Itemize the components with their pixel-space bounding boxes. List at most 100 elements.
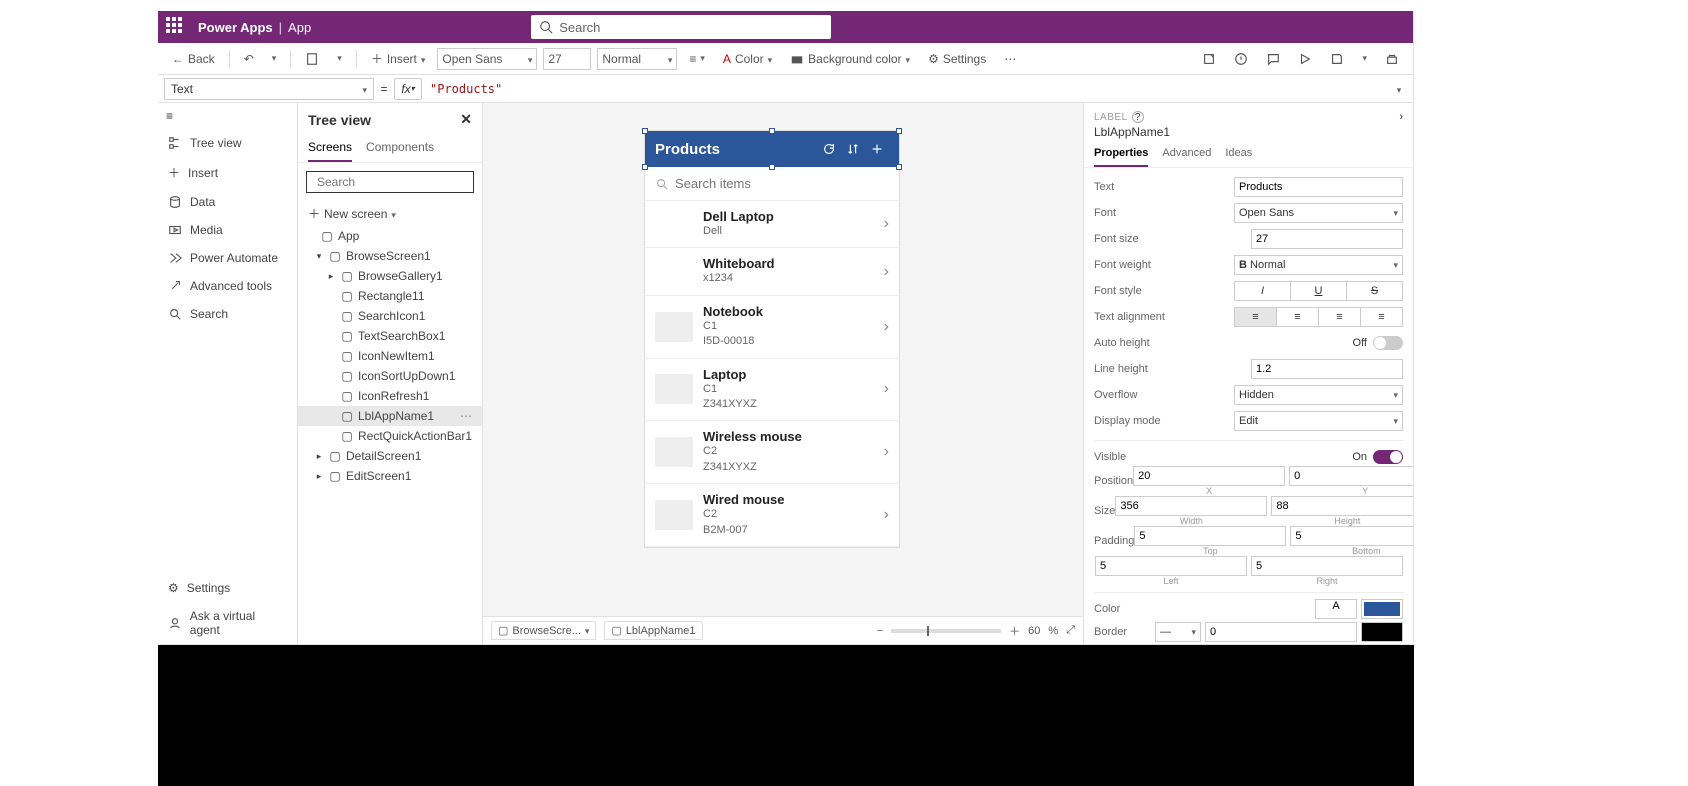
tree-node[interactable]: ▢TextSearchBox1: [298, 326, 482, 346]
rail-hamburger-icon[interactable]: ≡: [158, 103, 297, 129]
comments-button[interactable]: [1260, 50, 1286, 68]
tree-search[interactable]: [306, 171, 474, 193]
font-color-button[interactable]: A Color: [717, 50, 778, 68]
new-screen-button[interactable]: ＋ New screen: [298, 201, 482, 226]
prop-pad-right[interactable]: [1251, 556, 1403, 576]
list-item[interactable]: Dell LaptopDell›: [645, 201, 899, 248]
save-button[interactable]: [1324, 50, 1350, 68]
prop-text[interactable]: [1234, 177, 1403, 197]
tree-node[interactable]: ▸▢BrowseGallery1: [298, 266, 482, 286]
tree-node[interactable]: ▸▢EditScreen1: [298, 466, 482, 486]
app-checker-button[interactable]: [1228, 50, 1254, 68]
rail-virtual-agent[interactable]: Ask a virtual agent: [158, 602, 297, 644]
tree-node[interactable]: ▢IconNewItem1: [298, 346, 482, 366]
breadcrumb-control[interactable]: ▢ LblAppName1: [604, 621, 702, 640]
prop-line-height[interactable]: [1251, 359, 1403, 379]
props-tab-ideas[interactable]: Ideas: [1225, 147, 1252, 167]
file-name[interactable]: App: [288, 20, 311, 35]
prop-text-align[interactable]: ≡≡≡≡: [1234, 307, 1403, 327]
prop-pad-bottom[interactable]: [1290, 526, 1413, 546]
prop-overflow[interactable]: Hidden: [1234, 385, 1403, 405]
list-item[interactable]: Whiteboardx1234›: [645, 248, 899, 295]
prop-width[interactable]: [1115, 496, 1267, 516]
list-item[interactable]: Wireless mouseC2Z341XYXZ›: [645, 421, 899, 484]
prop-pad-left[interactable]: [1095, 556, 1247, 576]
save-split[interactable]: [1356, 51, 1373, 66]
list-item[interactable]: NotebookC1I5D-00018›: [645, 296, 899, 359]
app-header[interactable]: Products: [645, 131, 899, 167]
insert-button[interactable]: ＋ Insert: [365, 48, 432, 69]
canvas-stage[interactable]: Products Dell LaptopDell›Whiteboardx1234…: [483, 103, 1083, 616]
formula-expand[interactable]: [1385, 82, 1413, 96]
prop-pad-top[interactable]: [1134, 526, 1286, 546]
prop-border-color[interactable]: [1361, 622, 1403, 642]
fx-button[interactable]: fx▾: [394, 78, 422, 100]
rail-power-automate[interactable]: Power Automate: [158, 244, 297, 272]
rail-settings[interactable]: ⚙Settings: [158, 574, 297, 602]
app-launcher-icon[interactable]: [166, 17, 186, 37]
add-icon[interactable]: [865, 137, 889, 161]
search-items-input[interactable]: [675, 176, 889, 191]
publish-button[interactable]: [1379, 50, 1405, 68]
zoom-in-icon[interactable]: ＋: [1009, 623, 1020, 639]
prop-font-weight[interactable]: B Normal: [1234, 255, 1403, 275]
undo-button[interactable]: ↶: [238, 50, 260, 68]
panel-expand-icon[interactable]: ›: [1399, 111, 1403, 123]
tree-close-icon[interactable]: ✕: [460, 111, 472, 128]
prop-visible[interactable]: [1373, 450, 1403, 464]
rail-tree-view[interactable]: Tree view: [158, 129, 297, 157]
sort-icon[interactable]: [841, 137, 865, 161]
list-item[interactable]: Wired mouseC2B2M-007›: [645, 484, 899, 547]
rail-advanced-tools[interactable]: Advanced tools: [158, 272, 297, 300]
props-tab-properties[interactable]: Properties: [1094, 147, 1148, 167]
back-button[interactable]: ← Back: [166, 50, 221, 68]
search-box[interactable]: [645, 167, 899, 201]
rail-data[interactable]: Data: [158, 188, 297, 216]
undo-split[interactable]: [266, 51, 283, 66]
rail-media[interactable]: Media: [158, 216, 297, 244]
font-family-select[interactable]: Open Sans: [437, 48, 537, 70]
prop-font[interactable]: Open Sans: [1234, 203, 1403, 223]
tree-node[interactable]: ▢IconRefresh1: [298, 386, 482, 406]
tree-tab-screens[interactable]: Screens: [308, 136, 352, 162]
tree-node[interactable]: ▢Rectangle11: [298, 286, 482, 306]
tree-node[interactable]: ▢App: [298, 226, 482, 246]
app-title-label[interactable]: Products: [655, 141, 817, 158]
prop-color-fg[interactable]: A: [1315, 599, 1357, 619]
props-tab-advanced[interactable]: Advanced: [1162, 147, 1211, 167]
prop-display-mode[interactable]: Edit: [1234, 411, 1403, 431]
overflow-menu[interactable]: ⋯: [998, 50, 1022, 68]
preview-button[interactable]: [1292, 50, 1318, 68]
bg-color-button[interactable]: Background color: [784, 50, 916, 68]
zoom-slider[interactable]: [891, 629, 1001, 633]
settings-button[interactable]: ⚙ Settings: [922, 50, 992, 68]
tree-node[interactable]: ▸▢DetailScreen1: [298, 446, 482, 466]
paste-button[interactable]: [299, 50, 325, 68]
prop-font-style[interactable]: IUS: [1234, 281, 1403, 301]
breadcrumb-screen[interactable]: ▢ BrowseScre...: [491, 621, 596, 640]
tree-node[interactable]: ▢IconSortUpDown1: [298, 366, 482, 386]
rail-search[interactable]: Search: [158, 300, 297, 328]
rail-insert[interactable]: ＋Insert: [158, 157, 297, 188]
list-item[interactable]: LaptopC1Z341XYXZ›: [645, 359, 899, 422]
prop-y[interactable]: [1289, 466, 1413, 486]
prop-x[interactable]: [1133, 466, 1285, 486]
tree-node[interactable]: ▢SearchIcon1: [298, 306, 482, 326]
tree-node[interactable]: ▾▢BrowseScreen1: [298, 246, 482, 266]
formula-input[interactable]: "Products": [422, 82, 1385, 96]
global-search[interactable]: Search: [531, 15, 831, 39]
prop-border-style[interactable]: —: [1155, 622, 1201, 642]
prop-font-size[interactable]: [1251, 229, 1403, 249]
font-weight-select[interactable]: Normal: [597, 48, 677, 70]
share-button[interactable]: [1196, 50, 1222, 68]
prop-color-bg[interactable]: [1361, 599, 1403, 619]
paste-split[interactable]: [331, 51, 348, 66]
prop-height[interactable]: [1271, 496, 1413, 516]
refresh-icon[interactable]: [817, 137, 841, 161]
prop-border-width[interactable]: [1205, 622, 1357, 642]
fit-to-window-icon[interactable]: ⤢: [1066, 624, 1075, 637]
property-selector[interactable]: Text: [164, 78, 374, 100]
align-menu[interactable]: ≡: [683, 50, 711, 68]
tree-tab-components[interactable]: Components: [366, 136, 434, 162]
info-icon[interactable]: ?: [1132, 111, 1144, 123]
